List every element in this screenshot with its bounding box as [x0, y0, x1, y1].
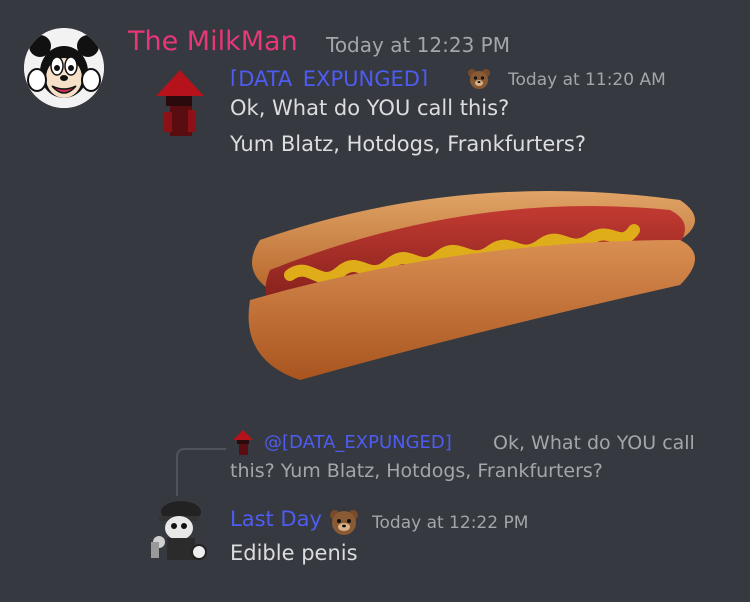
username-last-day[interactable]: Last Day	[230, 507, 322, 531]
bear-emoji-icon	[328, 508, 360, 536]
bear-emoji-icon	[467, 68, 491, 90]
username-the-milkman[interactable]: The MilkMan	[128, 26, 298, 57]
avatar-the-milkman[interactable]	[24, 28, 104, 108]
hotdog-image[interactable]	[240, 180, 700, 380]
avatar-last-day[interactable]	[145, 496, 211, 566]
reply-connector	[176, 448, 226, 496]
message-text: Edible penis	[230, 541, 358, 565]
message-timestamp: Today at 12:23 PM	[326, 33, 510, 57]
reply-mini-avatar-icon	[231, 430, 255, 456]
reply-timestamp: Today at 12:22 PM	[372, 513, 529, 533]
reply-preview-text-line-1[interactable]: Ok, What do YOU call	[493, 432, 695, 454]
quoted-text-line-1: Ok, What do YOU call this?	[230, 96, 510, 120]
quoted-username[interactable]: [DATA_EXPUNGED]	[230, 62, 428, 86]
grayscale-character-avatar-icon	[151, 501, 207, 560]
quoted-text-line-2: Yum Blatz, Hotdogs, Frankfurters?	[230, 132, 586, 156]
cartoon-mouse-avatar-icon	[24, 28, 104, 108]
quoted-timestamp: Today at 11:20 AM	[508, 70, 666, 90]
red-figure-avatar-icon	[156, 70, 204, 136]
avatar-data-expunged	[152, 70, 208, 140]
reply-preview-text-line-2[interactable]: this? Yum Blatz, Hotdogs, Frankfurters?	[230, 460, 603, 482]
reply-mention[interactable]: @[DATA_EXPUNGED]	[264, 432, 452, 453]
